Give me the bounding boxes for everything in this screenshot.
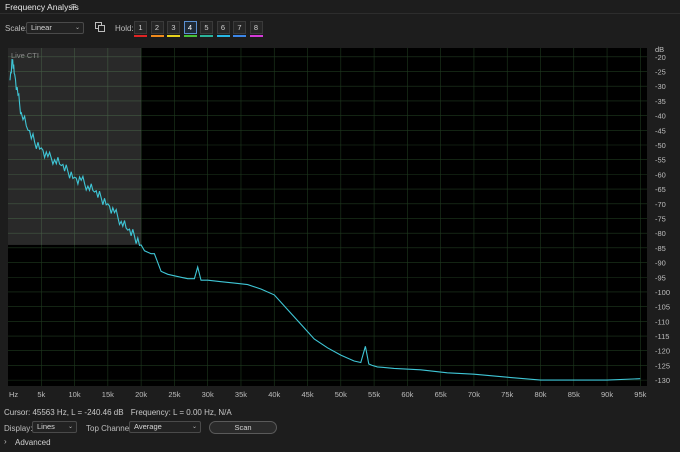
hold-button-1[interactable]: 1	[134, 21, 147, 34]
chevron-down-icon: ⌄	[74, 25, 80, 31]
hold-button-8[interactable]: 8	[249, 21, 263, 34]
y-tick-label: -25	[655, 68, 666, 77]
hold-color-swatch-7	[233, 35, 246, 37]
chevron-down-icon: ⌄	[67, 424, 73, 430]
y-tick-label: -75	[655, 214, 666, 223]
display-select-value: Lines	[37, 422, 55, 431]
y-tick-label: -50	[655, 141, 666, 150]
x-tick-label: 70k	[468, 390, 480, 399]
y-tick-label: -105	[655, 303, 670, 312]
x-tick-label: 95k	[634, 390, 646, 399]
y-tick-label: -60	[655, 170, 666, 179]
chevron-down-icon: ⌄	[191, 424, 197, 430]
y-tick-label: -20	[655, 53, 666, 62]
hold-slot-8: 8	[249, 21, 263, 37]
hold-slot-4: 4	[183, 21, 197, 37]
hold-button-5[interactable]: 5	[200, 21, 213, 34]
y-tick-label: -45	[655, 126, 666, 135]
live-cti-overlay	[8, 48, 142, 245]
title-divider	[0, 13, 680, 14]
y-tick-label: -70	[655, 200, 666, 209]
x-tick-label: 65k	[435, 390, 447, 399]
x-tick-label: 45k	[301, 390, 313, 399]
x-tick-label: 55k	[368, 390, 380, 399]
x-tick-label: 15k	[102, 390, 114, 399]
x-tick-label: 50k	[335, 390, 347, 399]
x-tick-label: 80k	[534, 390, 546, 399]
y-tick-label: -120	[655, 347, 670, 356]
hold-slot-3: 3	[167, 21, 180, 37]
x-tick-label: 40k	[268, 390, 280, 399]
hold-button-6[interactable]: 6	[216, 21, 230, 34]
y-tick-label: -100	[655, 288, 670, 297]
scale-select[interactable]: Linear ⌄	[26, 22, 84, 34]
scan-button[interactable]: Scan	[209, 421, 277, 434]
frequency-chart[interactable]: Live CTI Hz 5k 10k 15k 20k 25k 30k 35k 40k 45k 50k 5…	[0, 45, 680, 403]
y-tick-label: -90	[655, 259, 666, 268]
y-tick-label: -125	[655, 361, 670, 370]
hold-color-swatch-6	[216, 35, 230, 37]
hold-color-swatch-3	[167, 35, 180, 37]
hold-color-swatch-1	[134, 35, 147, 37]
hold-button-3[interactable]: 3	[167, 21, 180, 34]
hold-slot-1: 1	[134, 21, 147, 37]
x-tick-label: Hz	[9, 390, 18, 399]
hold-slot-2: 2	[150, 21, 164, 37]
x-tick-label: 90k	[601, 390, 613, 399]
copy-icon[interactable]	[95, 22, 105, 32]
hold-color-swatch-2	[150, 35, 164, 37]
display-label: Display:	[4, 424, 33, 433]
x-tick-label: 30k	[202, 390, 214, 399]
hold-button-7[interactable]: 7	[233, 21, 246, 34]
y-tick-label: -130	[655, 376, 670, 385]
top-channel-label: Top Channel:	[86, 424, 134, 433]
hold-button-2[interactable]: 2	[150, 21, 164, 34]
x-tick-label: 10k	[69, 390, 81, 399]
panel-menu-icon[interactable]: ≡	[71, 1, 76, 11]
hold-label: Hold:	[115, 24, 134, 33]
y-tick-label: -40	[655, 112, 666, 121]
y-tick-label: -65	[655, 185, 666, 194]
x-tick-label: 60k	[401, 390, 413, 399]
y-tick-label: -35	[655, 97, 666, 106]
scale-label: Scale:	[5, 24, 28, 33]
x-tick-label: 35k	[235, 390, 247, 399]
x-tick-label: 20k	[135, 390, 147, 399]
y-tick-label: -95	[655, 273, 666, 282]
advanced-toggle[interactable]: Advanced	[15, 438, 51, 447]
hold-color-swatch-4	[183, 35, 197, 37]
top-channel-select-value: Average	[134, 422, 162, 431]
y-tick-label: -115	[655, 332, 669, 341]
advanced-chevron-icon[interactable]: ›	[4, 437, 7, 446]
x-tick-label: 5k	[37, 390, 45, 399]
y-tick-label: -85	[655, 244, 666, 253]
frequency-readout: Frequency: L = 0.00 Hz, N/A	[130, 408, 232, 417]
y-tick-label: -110	[655, 317, 669, 326]
y-tick-label: -55	[655, 156, 666, 165]
scale-select-value: Linear	[31, 23, 52, 32]
y-tick-label: -80	[655, 229, 666, 238]
panel-title: Frequency Analysis	[5, 2, 79, 12]
hold-slot-5: 5	[200, 21, 213, 37]
x-tick-label: 25k	[168, 390, 180, 399]
hold-slot-6: 6	[216, 21, 230, 37]
y-tick-label: -30	[655, 82, 666, 91]
hold-button-4[interactable]: 4	[183, 21, 197, 34]
x-tick-label: 85k	[568, 390, 580, 399]
hold-slot-7: 7	[233, 21, 246, 37]
display-select[interactable]: Lines ⌄	[32, 421, 77, 433]
hold-color-swatch-8	[249, 35, 263, 37]
live-cti-label: Live CTI	[11, 51, 39, 60]
top-channel-select[interactable]: Average ⌄	[129, 421, 201, 433]
hold-color-swatch-5	[200, 35, 213, 37]
x-tick-label: 75k	[501, 390, 513, 399]
cursor-readout: Cursor: 45563 Hz, L = -240.46 dB	[4, 408, 124, 417]
